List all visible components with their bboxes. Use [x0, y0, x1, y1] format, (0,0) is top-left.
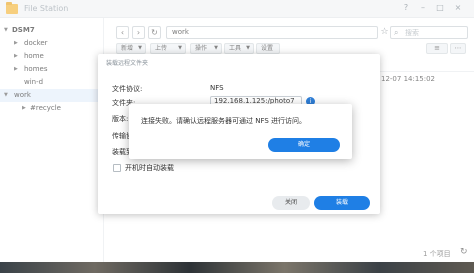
- error-alert-dialog: 连接失败。请确认远程服务器可通过 NFS 进行访问。 确定: [129, 104, 352, 159]
- protocol-value: NFS: [210, 84, 224, 92]
- desktop-wallpaper: [0, 262, 474, 273]
- mount-button[interactable]: 装载: [314, 196, 370, 210]
- alert-message: 连接失败。请确认远程服务器可通过 NFS 进行访问。: [141, 117, 307, 125]
- auto-mount-label: 开机时自动装载: [125, 164, 174, 172]
- dialog-title: 装载远程文件夹: [106, 60, 149, 67]
- version-label: 版本:: [112, 115, 129, 123]
- protocol-label: 文件协议:: [112, 85, 143, 93]
- auto-mount-checkbox[interactable]: [113, 164, 121, 172]
- file-station-window: File Station ? – □ × ▼ DSM7 ▶ docker ▶ h…: [0, 0, 474, 262]
- ok-button[interactable]: 确定: [268, 138, 340, 152]
- close-button[interactable]: 关闭: [272, 196, 310, 210]
